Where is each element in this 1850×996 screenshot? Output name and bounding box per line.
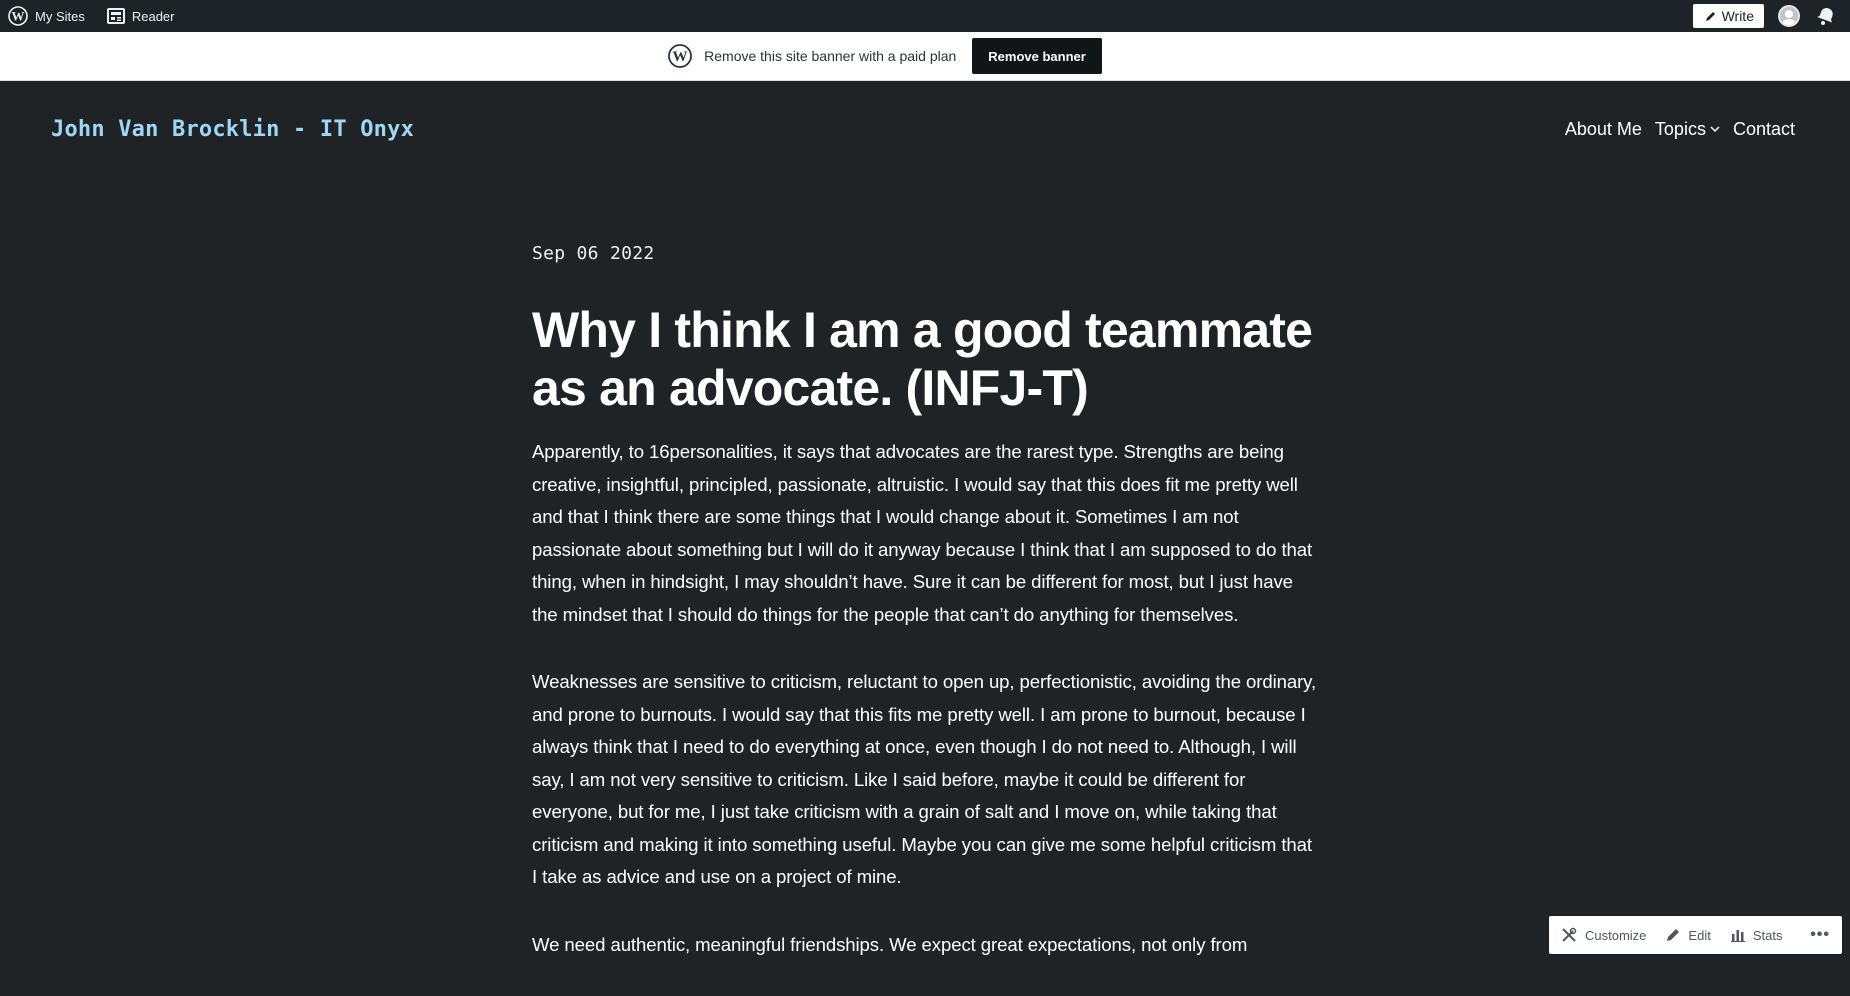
stats-label: Stats — [1752, 927, 1783, 943]
my-sites-label: My Sites — [35, 8, 85, 24]
edit-button[interactable]: Edit — [1666, 927, 1711, 943]
customize-button[interactable]: Customize — [1561, 927, 1646, 943]
notifications-bell-icon[interactable] — [1816, 6, 1836, 26]
upgrade-banner: W Remove this site banner with a paid pl… — [0, 32, 1850, 81]
reader-menu[interactable]: Reader — [99, 0, 183, 32]
svg-text:W: W — [12, 9, 25, 24]
wordpress-logo-icon: W — [668, 44, 693, 68]
post-paragraph: Weaknesses are sensitive to criticism, r… — [532, 671, 1317, 887]
bar-chart-icon — [1730, 930, 1745, 942]
site-title[interactable]: John Van Brocklin - IT Onyx — [51, 117, 414, 142]
svg-text:W: W — [673, 49, 688, 65]
customize-label: Customize — [1585, 927, 1647, 943]
edit-label: Edit — [1688, 927, 1711, 943]
my-sites-menu[interactable]: W My Sites — [0, 0, 93, 32]
reader-icon — [106, 8, 125, 24]
write-label: Write — [1721, 8, 1754, 24]
reader-label: Reader — [131, 8, 175, 24]
more-options-button[interactable]: ••• — [1810, 926, 1830, 944]
floating-admin-toolbar: Customize Edit Stats ••• — [1549, 916, 1842, 954]
user-avatar[interactable] — [1778, 5, 1800, 27]
stats-button[interactable]: Stats — [1730, 927, 1783, 943]
post-paragraph: Apparently, to 16personalities, it says … — [532, 441, 1313, 625]
post: Sep 06 2022 Why I think I am a good team… — [532, 243, 1332, 996]
post-date: Sep 06 2022 — [532, 243, 655, 264]
post-body: Apparently, to 16personalities, it says … — [532, 436, 1322, 961]
tools-icon — [1562, 927, 1577, 942]
nav-item-topics[interactable]: Topics — [1655, 119, 1720, 140]
post-paragraph: We need authentic, meaningful friendship… — [532, 933, 1248, 955]
site-navigation: About Me Topics Contact — [1552, 119, 1795, 140]
nav-item-contact[interactable]: Contact — [1733, 119, 1795, 140]
wordpress-logo-icon: W — [8, 6, 28, 26]
nav-item-topics-label: Topics — [1654, 119, 1706, 139]
post-title: Why I think I am a good teammate as an a… — [532, 302, 1313, 416]
nav-item-about[interactable]: About Me — [1565, 119, 1642, 140]
write-button[interactable]: Write — [1692, 4, 1764, 28]
chevron-down-icon — [1710, 126, 1720, 133]
banner-text: Remove this site banner with a paid plan — [704, 48, 957, 64]
pen-icon — [1705, 12, 1715, 21]
admin-bar: W My Sites Reader Write — [0, 0, 1850, 32]
remove-banner-button[interactable]: Remove banner — [972, 38, 1102, 74]
pencil-icon — [1667, 929, 1680, 941]
